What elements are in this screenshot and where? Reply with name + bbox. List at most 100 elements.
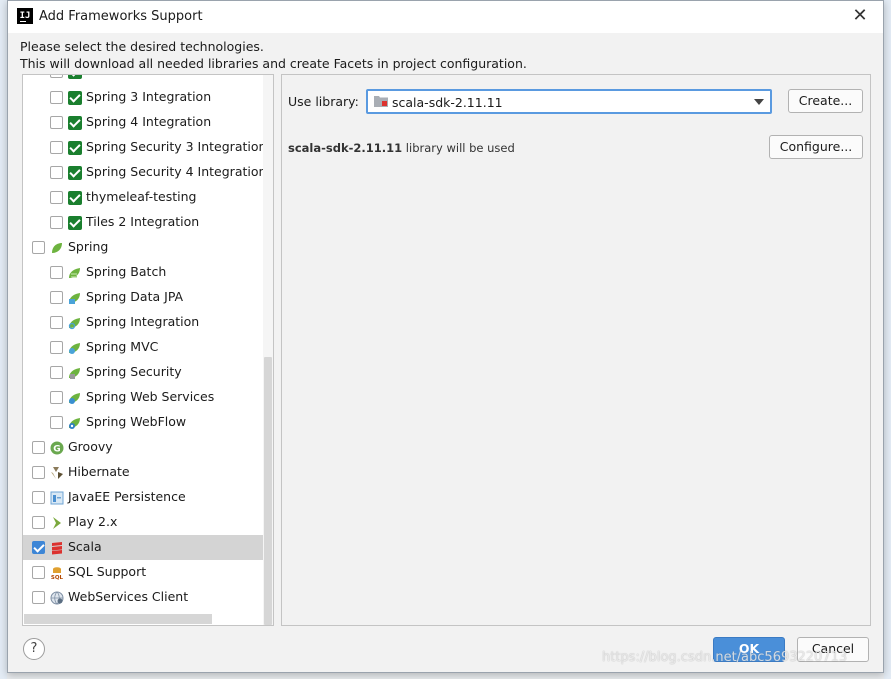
hibernate-icon <box>51 467 63 479</box>
library-info-name: scala-sdk-2.11.11 <box>288 141 403 155</box>
tree-item-javaee-persistence[interactable]: JavaEE Persistence <box>23 485 273 510</box>
checkbox[interactable] <box>50 166 63 179</box>
title-bar: IJ Add Frameworks Support ✕ <box>8 1 883 33</box>
tree-item-label: Spring WebFlow <box>86 414 187 429</box>
checkbox[interactable] <box>32 566 45 579</box>
vertical-scrollbar-thumb[interactable] <box>264 357 272 625</box>
tree-item-scala[interactable]: Scala <box>23 535 273 560</box>
tree-item-spring[interactable]: Spring <box>23 235 273 260</box>
tree-item-label: Spring 3 Integration <box>86 89 212 104</box>
tree-item-label: Spring Security 4 Integration <box>86 164 267 179</box>
tree-item-spring-data-jpa[interactable]: Spring Data JPA <box>23 285 273 310</box>
horizontal-scrollbar-thumb[interactable] <box>24 614 212 624</box>
close-icon[interactable]: ✕ <box>851 7 869 25</box>
library-combobox-value: scala-sdk-2.11.11 <box>392 95 503 110</box>
background-ide-right <box>884 0 891 679</box>
checkbox[interactable] <box>50 116 63 129</box>
spring-ws-icon <box>69 393 80 404</box>
checkbox[interactable] <box>50 416 63 429</box>
tree-item-spring-web-services[interactable]: Spring Web Services <box>23 385 273 410</box>
tree-item-label: Scala <box>68 539 102 554</box>
tree-item-label: Spring Batch <box>86 264 167 279</box>
checkbox-checked[interactable] <box>32 541 45 554</box>
tree-item-label: Spring 4 Integration <box>86 114 212 129</box>
green-check-icon <box>68 91 82 105</box>
tree-item-label: Spring Security 3 Integration <box>86 139 267 154</box>
checkbox[interactable] <box>50 91 63 104</box>
help-button[interactable]: ? <box>23 638 45 660</box>
checkbox[interactable] <box>32 466 45 479</box>
tree-item-play[interactable]: Play 2.x <box>23 510 273 535</box>
tree-item-label: Spring MVC <box>86 339 159 354</box>
checkbox[interactable] <box>50 75 63 78</box>
tree-item-label: Tiles 2 Integration <box>86 214 200 229</box>
checkbox[interactable] <box>32 516 45 529</box>
checkbox[interactable] <box>32 591 45 604</box>
library-info-text: scala-sdk-2.11.11 library will be used <box>288 141 515 155</box>
tree-item-spring-webflow[interactable]: Spring WebFlow <box>23 410 273 435</box>
tree-item-label: Spring Web Services <box>86 389 215 404</box>
green-check-icon <box>68 216 82 230</box>
webservices-icon <box>50 591 64 605</box>
tree-item-spring-integration[interactable]: Spring Integration <box>23 310 273 335</box>
checkbox[interactable] <box>50 141 63 154</box>
checkbox[interactable] <box>50 366 63 379</box>
tree-item-label: WebServices Client <box>68 589 189 604</box>
tree-item-spring-security-3-integration[interactable]: Spring Security 3 Integration <box>23 135 273 160</box>
use-library-label: Use library: <box>288 94 359 109</box>
checkbox[interactable] <box>50 191 63 204</box>
tree-item-label: Spring Security <box>86 364 182 379</box>
checkbox[interactable] <box>50 316 63 329</box>
create-button[interactable]: Create... <box>788 89 863 113</box>
tree-item-label: thymeleaf-testing <box>86 189 197 204</box>
intellij-logo-icon: IJ <box>17 8 33 24</box>
tree-item-label: Spring Integration <box>86 314 200 329</box>
background-ide-left <box>0 0 7 679</box>
tree-item-tiles-2-integration[interactable]: Tiles 2 Integration <box>23 210 273 235</box>
add-frameworks-dialog: IJ Add Frameworks Support ✕ Please selec… <box>7 0 884 673</box>
checkbox[interactable] <box>50 216 63 229</box>
tree-item-spring-mvc[interactable]: Spring MVC <box>23 335 273 360</box>
checkbox[interactable] <box>50 266 63 279</box>
checkbox[interactable] <box>32 241 45 254</box>
framework-config-panel: Use library: scala-sdk-2.11.11 Create...… <box>281 74 871 626</box>
play-icon <box>53 517 61 529</box>
tree-item-groovy[interactable]: G Groovy <box>23 435 273 460</box>
vertical-scrollbar-track[interactable] <box>263 75 273 625</box>
sql-icon: SQL <box>51 567 64 580</box>
tree-item-spring-3-integration[interactable]: Spring 3 Integration <box>23 85 273 110</box>
green-check-icon <box>68 166 82 180</box>
tree-item-spring-batch[interactable]: Spring Batch <box>23 260 273 285</box>
green-check-icon <box>68 141 82 155</box>
framework-tree[interactable]: Spring 3 Integration Spring 4 Integratio… <box>22 74 274 626</box>
tree-item-thymeleaf-testing[interactable]: thymeleaf-testing <box>23 185 273 210</box>
tree-item-label: Groovy <box>68 439 113 454</box>
tree-item-spring-security-4-integration[interactable]: Spring Security 4 Integration <box>23 160 273 185</box>
intro-line-2: This will download all needed libraries … <box>20 56 527 71</box>
tree-item-sql-support[interactable]: SQL SQL Support <box>23 560 273 585</box>
svg-text:G: G <box>53 445 60 455</box>
checkbox[interactable] <box>50 341 63 354</box>
tree-item-label: Play 2.x <box>68 514 118 529</box>
spring-webflow-icon <box>69 418 80 429</box>
checkbox[interactable] <box>50 391 63 404</box>
spring-security-icon <box>69 368 80 379</box>
tree-item-label: Hibernate <box>68 464 130 479</box>
tree-item-spring-4-integration[interactable]: Spring 4 Integration <box>23 110 273 135</box>
chevron-down-icon[interactable] <box>754 99 764 105</box>
groovy-icon: G <box>50 441 64 455</box>
checkbox[interactable] <box>32 491 45 504</box>
intro-text: Please select the desired technologies. … <box>20 38 527 72</box>
checkbox[interactable] <box>50 291 63 304</box>
library-folder-icon <box>374 96 388 107</box>
tree-item-spring-security[interactable]: Spring Security <box>23 360 273 385</box>
spring-leaf-icon <box>52 243 62 253</box>
library-combobox[interactable]: scala-sdk-2.11.11 <box>366 89 772 114</box>
checkbox[interactable] <box>32 441 45 454</box>
tree-item-hibernate[interactable]: Hibernate <box>23 460 273 485</box>
green-check-icon <box>68 75 82 79</box>
dialog-title: Add Frameworks Support <box>39 9 203 24</box>
configure-button[interactable]: Configure... <box>769 135 863 159</box>
tree-item-webservices-client[interactable]: WebServices Client <box>23 585 273 610</box>
green-check-icon <box>68 191 82 205</box>
